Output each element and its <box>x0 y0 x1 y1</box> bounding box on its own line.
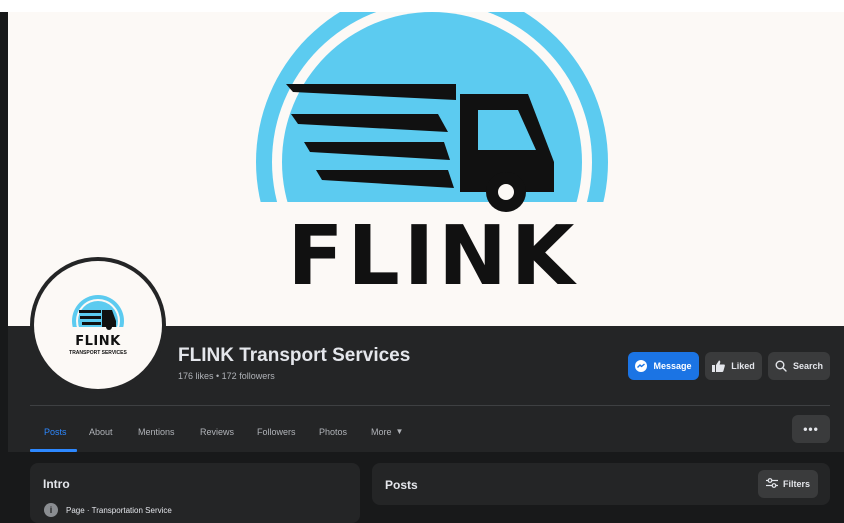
search-icon <box>775 360 787 372</box>
liked-button-label: Liked <box>731 361 755 371</box>
tab-more[interactable]: More ▼ <box>371 414 403 449</box>
tab-about[interactable]: About <box>89 414 113 449</box>
message-button-label: Message <box>653 361 692 371</box>
info-icon: i <box>44 503 58 517</box>
header-divider <box>30 405 830 406</box>
tab-followers[interactable]: Followers <box>257 414 296 449</box>
profile-avatar-ring[interactable]: FLINK TRANSPORT SERVICES <box>30 257 166 393</box>
posts-title: Posts <box>385 478 418 492</box>
filters-label: Filters <box>782 479 810 489</box>
intro-category-row: i Page · Transportation Service <box>44 503 172 517</box>
intro-card: Intro i Page · Transportation Service <box>30 463 360 523</box>
tab-more-label: More <box>371 426 392 437</box>
message-button[interactable]: Message <box>628 352 699 380</box>
cover-brand-text: FLINK <box>288 209 579 304</box>
filters-button[interactable]: Filters <box>758 470 818 498</box>
filters-icon <box>765 478 778 490</box>
tab-mentions[interactable]: Mentions <box>138 414 175 449</box>
avatar-logo <box>64 295 134 347</box>
caret-down-icon: ▼ <box>395 427 404 436</box>
page-stats[interactable]: 176 likes • 172 followers <box>178 371 275 381</box>
page-top-strip <box>0 0 844 12</box>
posts-card: Posts Filters <box>372 463 830 505</box>
avatar-speed-1 <box>79 310 101 313</box>
active-tab-indicator <box>30 449 77 452</box>
liked-button[interactable]: Liked <box>705 352 762 380</box>
messenger-icon <box>635 360 648 372</box>
more-options-button[interactable]: ••• <box>792 415 830 443</box>
thumbs-up-icon <box>712 360 726 372</box>
intro-category[interactable]: Page · Transportation Service <box>66 506 172 515</box>
tab-photos[interactable]: Photos <box>319 414 347 449</box>
avatar-brand-text: FLINK <box>75 334 121 349</box>
truck-wheel-hub <box>498 184 514 200</box>
avatar-truck-wheel <box>106 324 112 330</box>
avatar-tagline: TRANSPORT SERVICES <box>69 350 127 356</box>
avatar-speed-2 <box>80 316 101 319</box>
intro-title: Intro <box>43 477 70 491</box>
search-button[interactable]: Search <box>768 352 830 380</box>
avatar-speed-3 <box>82 322 101 325</box>
avatar[interactable]: FLINK TRANSPORT SERVICES <box>34 261 162 389</box>
page-title[interactable]: FLINK Transport Services <box>178 345 410 367</box>
tab-reviews[interactable]: Reviews <box>200 414 234 449</box>
search-button-label: Search <box>792 361 824 371</box>
tab-posts[interactable]: Posts <box>44 414 67 449</box>
